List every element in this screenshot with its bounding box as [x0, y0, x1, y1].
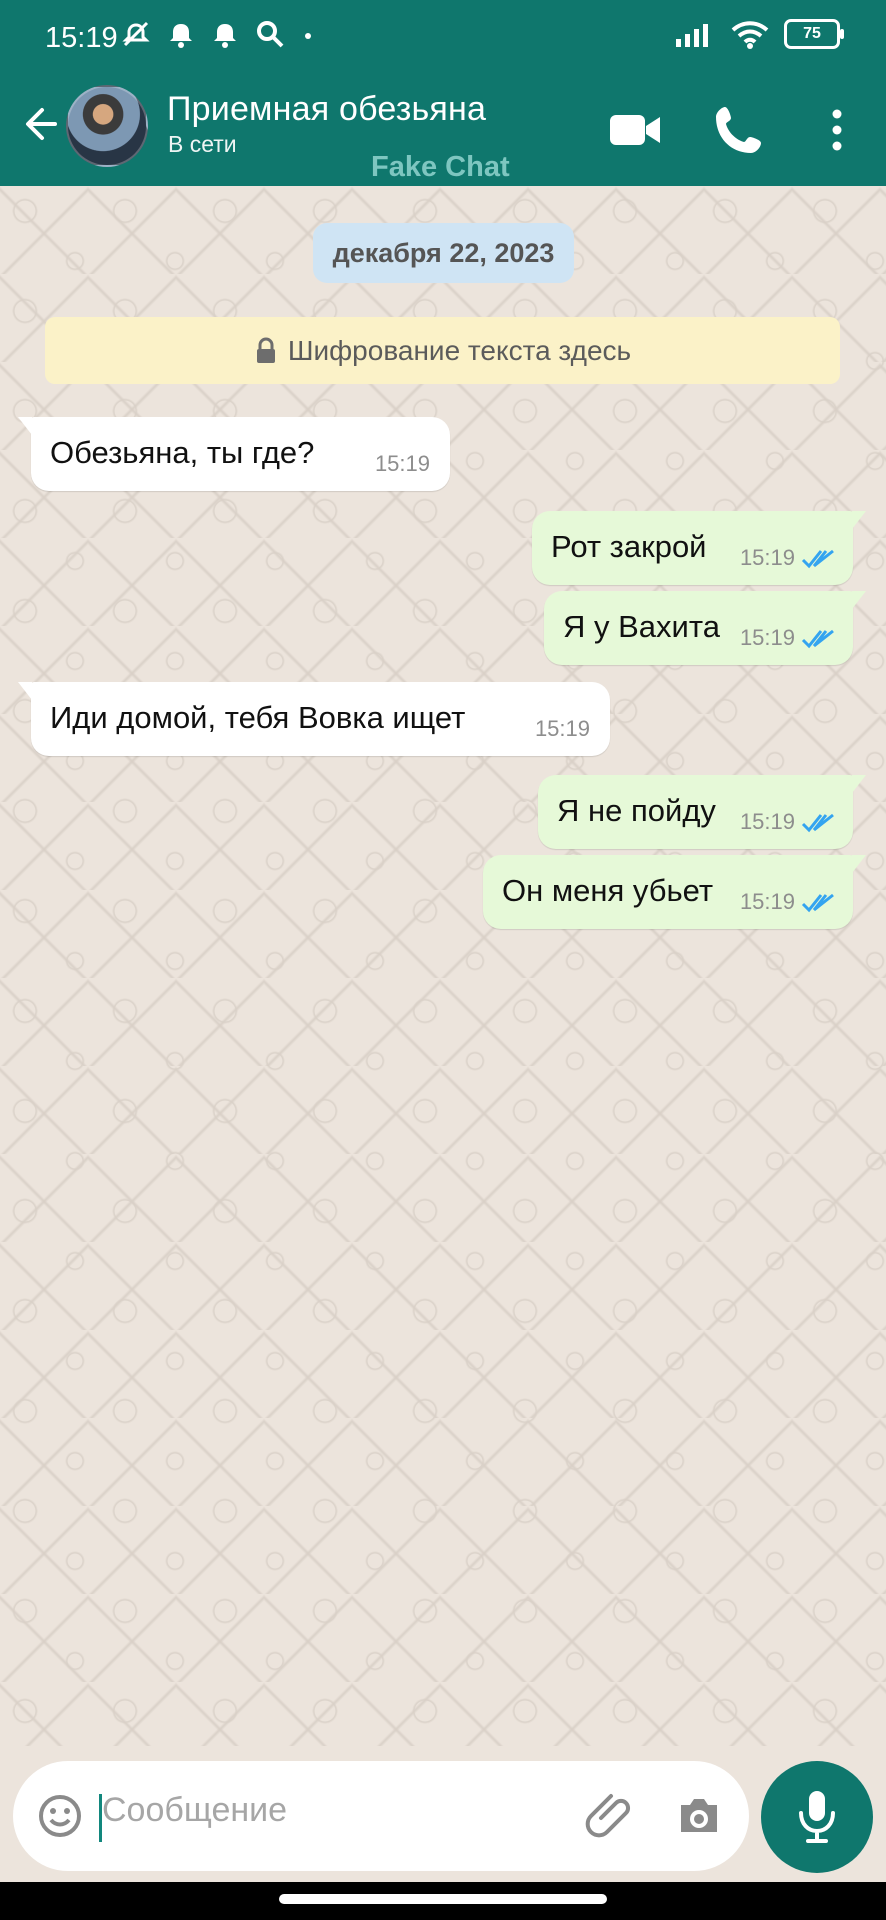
wifi-icon [731, 21, 769, 49]
microphone-button[interactable] [761, 1761, 873, 1873]
date-separator: декабря 22, 2023 [313, 223, 574, 283]
home-gesture-handle[interactable] [279, 1894, 607, 1904]
message-text: Он меня убьет [502, 873, 714, 908]
message-composer[interactable]: Сообщение [13, 1761, 749, 1871]
message-input[interactable]: Сообщение [102, 1791, 287, 1830]
status-right-icons: 75 [674, 18, 844, 50]
status-time: 15:19 [45, 22, 118, 54]
message-time: 15:19 [374, 451, 430, 476]
avatar[interactable] [66, 85, 148, 167]
search-icon [257, 21, 284, 48]
message-time: 15:19 [739, 809, 795, 834]
video-camera-icon[interactable] [607, 102, 663, 158]
camera-icon[interactable] [674, 1792, 724, 1840]
contact-name[interactable]: Приемная обезьяна [167, 90, 486, 129]
message-time: 15:19 [739, 889, 795, 914]
contact-status: В сети [168, 131, 237, 157]
message-text: Я не пойду [557, 793, 716, 828]
paperclip-icon[interactable] [584, 1789, 638, 1843]
phone-icon[interactable] [711, 102, 767, 158]
status-bar: 15:19 75 [0, 0, 886, 78]
battery-icon: 75 [784, 19, 844, 49]
chat-header: Приемная обезьяна В сети Fake Chat [0, 78, 886, 186]
emoji-icon[interactable] [36, 1792, 84, 1840]
message-text: Иди домой, тебя Вовка ищет [50, 700, 466, 735]
message-bubble-incoming[interactable]: Иди домой, тебя Вовка ищет 15:19 [18, 682, 610, 756]
message-bubble-outgoing[interactable]: Я не пойду 15:19 [538, 775, 866, 849]
status-left-icons [120, 18, 316, 50]
notification-bell-icon [170, 24, 192, 48]
encryption-text: Шифрование текста здесь [287, 334, 632, 366]
message-bubble-outgoing[interactable]: Я у Вахита 15:19 [544, 591, 866, 665]
message-bubble-outgoing[interactable]: Он меня убьет 15:19 [483, 855, 866, 929]
status-dot-icon [305, 33, 311, 39]
read-receipt-icon [801, 629, 834, 649]
read-receipt-icon [801, 549, 834, 569]
message-time: 15:19 [534, 716, 590, 741]
fake-chat-watermark: Fake Chat [371, 151, 510, 183]
microphone-icon [799, 1791, 835, 1843]
top-app-bar: 15:19 75 Приемная обезьяна В сети Fake C… [0, 0, 886, 186]
notification-bell-icon [214, 24, 236, 48]
read-receipt-icon [801, 893, 834, 913]
encryption-notice[interactable]: Шифрование текста здесь [45, 317, 840, 384]
message-text: Я у Вахита [563, 609, 720, 644]
mute-icon [122, 21, 150, 47]
more-vertical-icon[interactable] [817, 102, 857, 158]
chat-area[interactable]: декабря 22, 2023 Шифрование текста здесь… [0, 186, 886, 1746]
message-text: Обезьяна, ты где? [50, 435, 315, 470]
read-receipt-icon [801, 813, 834, 833]
message-bubble-incoming[interactable]: Обезьяна, ты где? 15:19 [18, 417, 450, 491]
message-text: Рот закрой [551, 529, 707, 564]
message-time: 15:19 [739, 625, 795, 650]
signal-icon [676, 24, 708, 47]
message-time: 15:19 [739, 545, 795, 570]
arrow-left-icon[interactable] [18, 102, 62, 146]
message-bubble-outgoing[interactable]: Рот закрой 15:19 [532, 511, 866, 585]
lock-icon [256, 337, 275, 363]
